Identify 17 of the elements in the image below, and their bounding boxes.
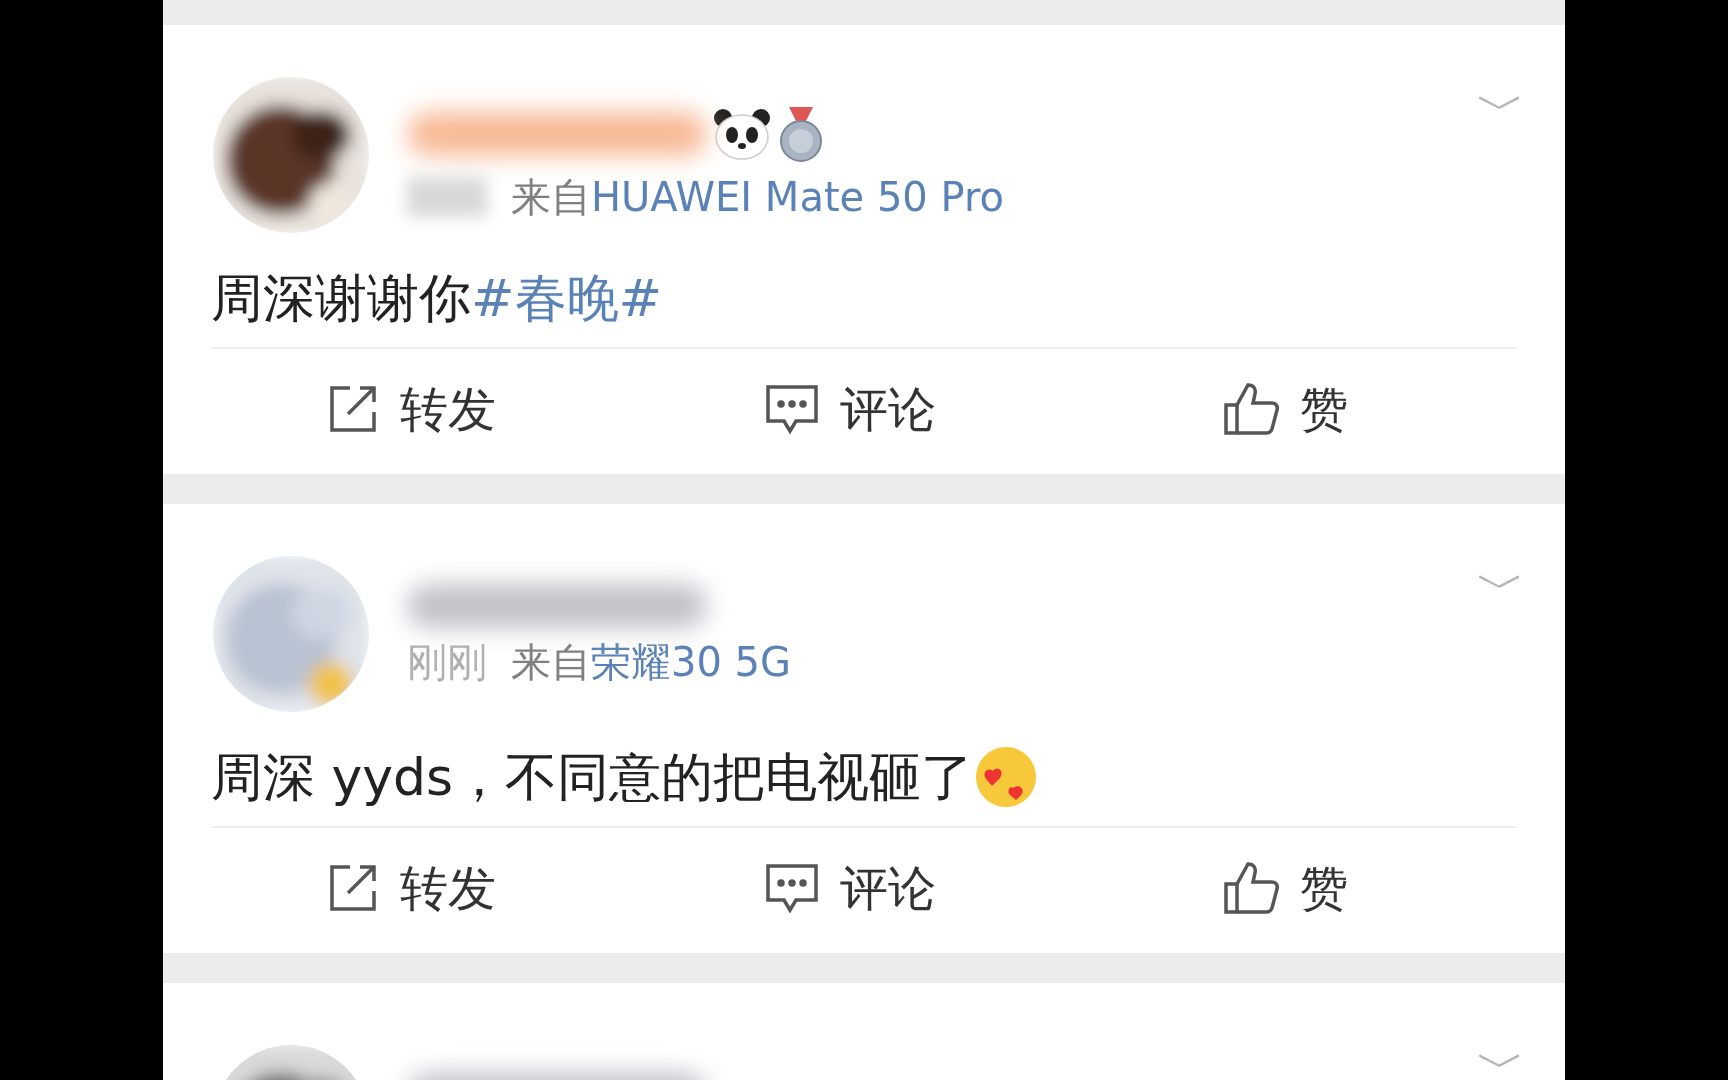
thumbs-up-icon [1222,860,1280,916]
medal-icon [777,105,825,163]
source-label: 来自 [511,177,591,217]
device-link[interactable]: HUAWEI Mate 50 Pro [591,177,1004,217]
panda-icon [713,108,771,160]
like-button[interactable]: 赞 [1137,860,1517,916]
repost-button[interactable]: 转发 [211,861,674,915]
device-link[interactable]: 荣耀30 5G [591,642,792,682]
source-label: 来自 [511,642,591,682]
thumbs-up-icon [1222,381,1280,437]
comment-button[interactable]: 评论 [674,862,1137,914]
like-button[interactable]: 赞 [1137,381,1517,437]
comment-icon [764,383,820,435]
repost-button[interactable]: 转发 [211,382,674,436]
post-time: 刚刚 [407,642,487,682]
comment-button[interactable]: 评论 [674,383,1137,435]
comment-icon [764,862,820,914]
